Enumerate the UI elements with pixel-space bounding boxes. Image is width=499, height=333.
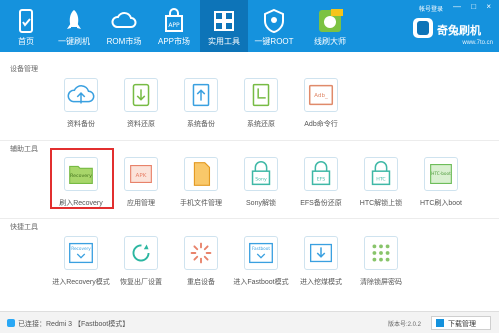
nav-label: APP市场 [157, 37, 190, 46]
device-icon [7, 319, 15, 327]
nav-master[interactable]: 线刷大师 [304, 0, 356, 52]
reboot-icon [184, 236, 218, 270]
recovery-folder-icon: Recovery [64, 157, 98, 191]
cloud-icon [111, 12, 137, 28]
brand: 奇兔刷机 [413, 18, 493, 38]
tool-label: 清除锁屏密码 [360, 279, 402, 286]
section-title-device: 设备管理 [10, 66, 38, 73]
window-buttons[interactable]: — □ × [453, 2, 495, 11]
download-mode-icon [304, 236, 338, 270]
badge: HTC-boot [431, 171, 451, 176]
phone-icon [19, 9, 33, 33]
pattern-lock-icon [364, 236, 398, 270]
badge: Fastboot [252, 246, 270, 251]
tool-clear-lock[interactable]: 清除锁屏密码 [346, 236, 416, 298]
nav-label: 一键刷机 [58, 37, 90, 46]
nav-flash[interactable]: 一键刷机 [50, 0, 98, 52]
efs-lock-icon: EFS [304, 157, 338, 191]
svg-text:APP: APP [168, 22, 180, 29]
htc-lock-icon: HTC [364, 157, 398, 191]
login-link[interactable]: 帐号登录 [419, 4, 443, 13]
tool-label: HTC刷入boot [419, 200, 462, 207]
file-manager-icon [184, 157, 218, 191]
apk-icon: APK [124, 157, 158, 191]
badge: APK [136, 173, 147, 179]
rocket-icon [67, 10, 81, 29]
fastboot-icon: Fastboot [244, 236, 278, 270]
device-status: 已连接：Redmi 3 【Fastboot模式】 [18, 321, 130, 328]
terminal-icon: Adb_ [304, 78, 338, 112]
cloud-upload-icon [64, 78, 98, 112]
nav-label: 线刷大师 [314, 37, 346, 46]
sony-lock-icon: Sony [244, 157, 278, 191]
htc-boot-icon: HTC-boot [424, 157, 458, 191]
version-label: 版本号:2.0.2 [387, 322, 421, 328]
nav-label: 首页 [18, 37, 34, 46]
nav-home[interactable]: 首页 [2, 0, 50, 52]
nav-label: 实用工具 [208, 37, 240, 46]
nav-label: 一键ROOT [254, 37, 294, 46]
master-icon [319, 9, 343, 32]
badge: Adb_ [314, 93, 328, 99]
grid-tools-icon [214, 11, 234, 31]
badge: Recovery [70, 173, 92, 179]
brand-url: www.7to.cn [462, 40, 493, 46]
badge: Sony [255, 177, 267, 183]
badge: HTC [376, 177, 386, 183]
divider [0, 218, 499, 219]
download-icon [436, 319, 444, 327]
brand-name: 奇兔刷机 [437, 25, 481, 37]
download-label: 下载管理 [448, 321, 476, 328]
tablet-restore-icon [124, 78, 158, 112]
system-restore-icon [244, 78, 278, 112]
header-right: 帐号登录 — □ × 奇兔刷机 www.7to.cn [409, 0, 499, 52]
nav-root[interactable]: 一键ROOT [250, 0, 298, 52]
section-title-shortcut: 快捷工具 [10, 224, 38, 231]
nav-app[interactable]: APP APP市场 [150, 0, 198, 52]
nav-rom[interactable]: ROM市场 [100, 0, 148, 52]
recovery-mode-icon: Recovery [64, 236, 98, 270]
app-bag-icon: APP [165, 8, 183, 32]
system-backup-icon [184, 78, 218, 112]
shield-root-icon [264, 8, 284, 34]
rabbit-logo-icon [413, 18, 433, 38]
tool-adb-shell[interactable]: Adb_ Adb命令行 [286, 78, 356, 140]
factory-reset-icon [124, 236, 158, 270]
badge: Recovery [71, 246, 91, 251]
divider [0, 140, 499, 141]
nav-tools[interactable]: 实用工具 [200, 0, 248, 52]
tool-label: Adb命令行 [304, 121, 338, 128]
status-bar: 已连接：Redmi 3 【Fastboot模式】 版本号:2.0.2 下载管理 [0, 311, 499, 333]
badge: EFS [317, 177, 326, 183]
section-title-aux: 辅助工具 [10, 146, 38, 153]
download-manager-button[interactable]: 下载管理 [431, 316, 491, 330]
nav-label: ROM市场 [106, 37, 142, 46]
top-bar: 首页 一键刷机 ROM市场 APP APP市场 实用工具 一键ROOT 线刷大师… [0, 0, 499, 52]
tool-htc-boot[interactable]: HTC-boot HTC刷入boot [406, 157, 476, 219]
